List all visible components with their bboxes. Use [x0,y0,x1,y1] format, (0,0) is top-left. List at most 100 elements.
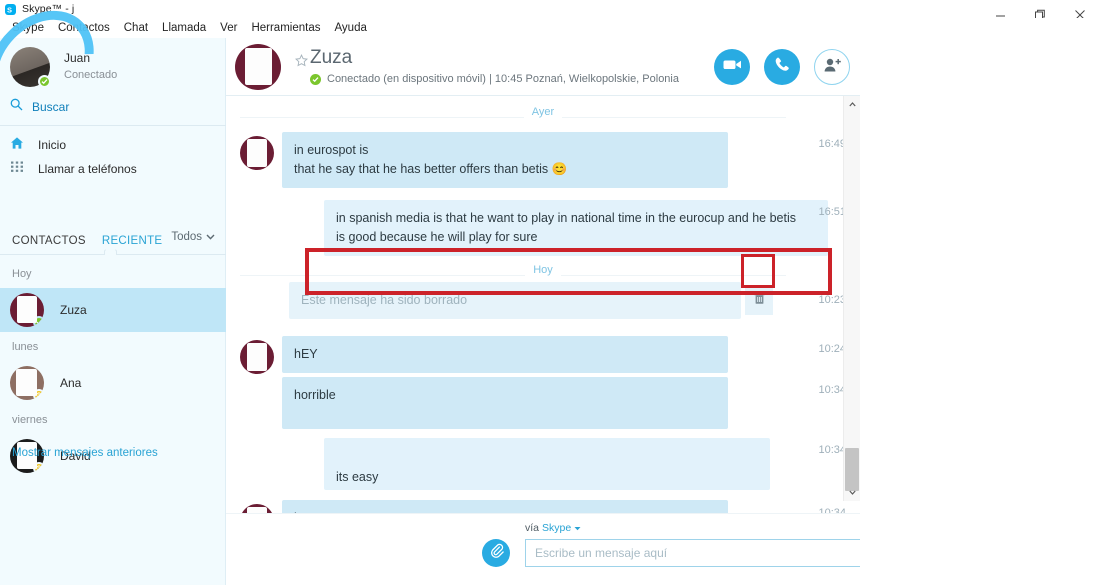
message-timestamp: 16:49 [818,138,846,150]
my-status: Conectado [64,69,118,81]
message-row: its easy 10:34 [226,438,860,490]
avatar [240,136,274,170]
compose-bar: vía Skype Escribe un mensaje aquí [226,513,1022,585]
avatar [10,366,44,400]
message-bubble[interactable]: its much slower [282,500,728,513]
group-label-lunes: lunes [12,341,39,353]
menu-item-llamada[interactable]: Llamada [155,20,213,36]
avatar-placeholder [240,381,274,415]
filter-dropdown[interactable]: Todos [171,231,215,243]
sidebar-item-inicio[interactable]: Inicio [10,133,216,157]
message-list[interactable]: Ayer in eurospot is that he say that he … [226,96,860,513]
avatar [240,504,274,513]
delete-message-button[interactable] [745,287,773,315]
deleted-message-bubble[interactable]: Este mensaje ha sido borrado [289,282,741,319]
presence-away-icon [33,462,44,473]
message-line: is good because he will play for sure [336,230,538,244]
message-row: in eurospot is that he say that he has b… [226,132,860,188]
title-bar: S Skype™ - j [0,0,1100,18]
search-icon [10,98,23,116]
paperclip-icon [489,543,504,563]
filter-label: Todos [171,231,202,243]
sidebar-divider [0,125,226,126]
message-line: that he say that he has better offers th… [294,162,568,176]
message-bubble[interactable]: hEY [282,336,728,373]
message-input-placeholder: Escribe un mensaje aquí [535,546,668,560]
message-row: in spanish media is that he want to play… [226,200,860,256]
skype-logo-icon: S [5,3,16,15]
avatar [235,44,281,90]
avatar-placeholder [240,204,274,238]
scroll-up-button[interactable] [844,96,861,113]
menu-item-ver[interactable]: Ver [213,20,244,36]
menu-item-herramientas[interactable]: Herramientas [244,20,327,36]
message-line: hEY [294,347,318,361]
message-line: in eurospot is [294,143,369,157]
message-bubble[interactable]: in spanish media is that he want to play… [324,200,828,256]
list-item[interactable]: Zuza [0,288,226,332]
message-timestamp: 16:51 [818,206,846,218]
scroll-down-button[interactable] [844,484,861,501]
menu-item-chat[interactable]: Chat [117,20,155,36]
attach-file-button[interactable] [482,539,510,567]
via-selector[interactable]: vía Skype [525,522,581,534]
show-older-messages-link[interactable]: Mostrar mensajes anteriores [12,447,158,459]
list-item[interactable]: Ana [0,361,226,405]
list-item-label: Ana [60,376,82,390]
message-timestamp: 10:23 [818,294,846,306]
list-item-label: Zuza [60,303,87,317]
page-title: Zuza [310,47,353,68]
date-separator-label: Hoy [525,264,561,276]
sidebar-item-llamar-telefonos[interactable]: Llamar a teléfonos [10,157,216,181]
chevron-down-icon [206,231,215,243]
sidebar-item-label: Llamar a teléfonos [38,162,137,176]
message-line: horrible [294,388,336,402]
message-line: in spanish media is that he want to play… [336,211,797,225]
phone-icon [774,56,791,78]
presence-away-icon [33,389,44,400]
star-icon[interactable] [294,54,309,72]
contact-status-text: Conectado (en dispositivo móvil) | 10:45… [327,73,679,85]
voice-call-button[interactable] [764,49,800,85]
tab-contactos[interactable]: CONTACTOS [12,235,86,247]
message-timestamp: 10:24 [818,343,846,355]
my-profile[interactable]: Juan Conectado [10,47,118,88]
via-prefix: vía [525,522,540,534]
message-row-deleted: Este mensaje ha sido borrado 10:23 [226,282,860,320]
active-tab-notch [104,248,117,255]
avatar-placeholder [240,442,274,476]
group-label-hoy: Hoy [12,268,32,280]
message-timestamp: 10:34 [818,384,846,396]
presence-online-icon [38,75,51,88]
dialpad-icon [10,160,24,179]
search-input[interactable]: Buscar [10,98,69,116]
menu-bar: Skype Contactos Chat Llamada Ver Herrami… [0,18,1100,38]
message-row: hEY 10:24 [226,336,860,374]
video-call-button[interactable] [714,49,750,85]
avatar [10,293,44,327]
add-person-icon [823,57,842,78]
avatar [10,47,51,88]
message-bubble[interactable]: its easy [324,438,770,490]
home-icon [10,136,24,155]
chat-actions [714,49,850,85]
message-row: its much slower 10:34 [226,500,860,513]
message-line: its easy [336,470,379,484]
trash-icon [753,292,765,310]
message-row: horrible 10:34 [226,377,860,429]
avatar-placeholder [240,286,274,320]
message-bubble[interactable]: in eurospot is that he say that he has b… [282,132,728,188]
chat-scrollbar[interactable] [843,96,860,501]
chevron-down-icon [574,522,581,534]
message-bubble[interactable]: horrible [282,377,728,429]
date-separator-yesterday: Ayer [226,106,860,128]
svg-text:S: S [7,5,12,14]
right-empty-pane [860,38,1100,585]
tab-reciente[interactable]: RECIENTE [102,235,163,247]
add-people-button[interactable] [814,49,850,85]
presence-online-icon [33,316,44,327]
sidebar: Juan Conectado Buscar Inicio Llamar a te… [0,0,226,585]
via-service: Skype [542,522,572,534]
avatar [240,340,274,374]
menu-item-ayuda[interactable]: Ayuda [327,20,373,36]
